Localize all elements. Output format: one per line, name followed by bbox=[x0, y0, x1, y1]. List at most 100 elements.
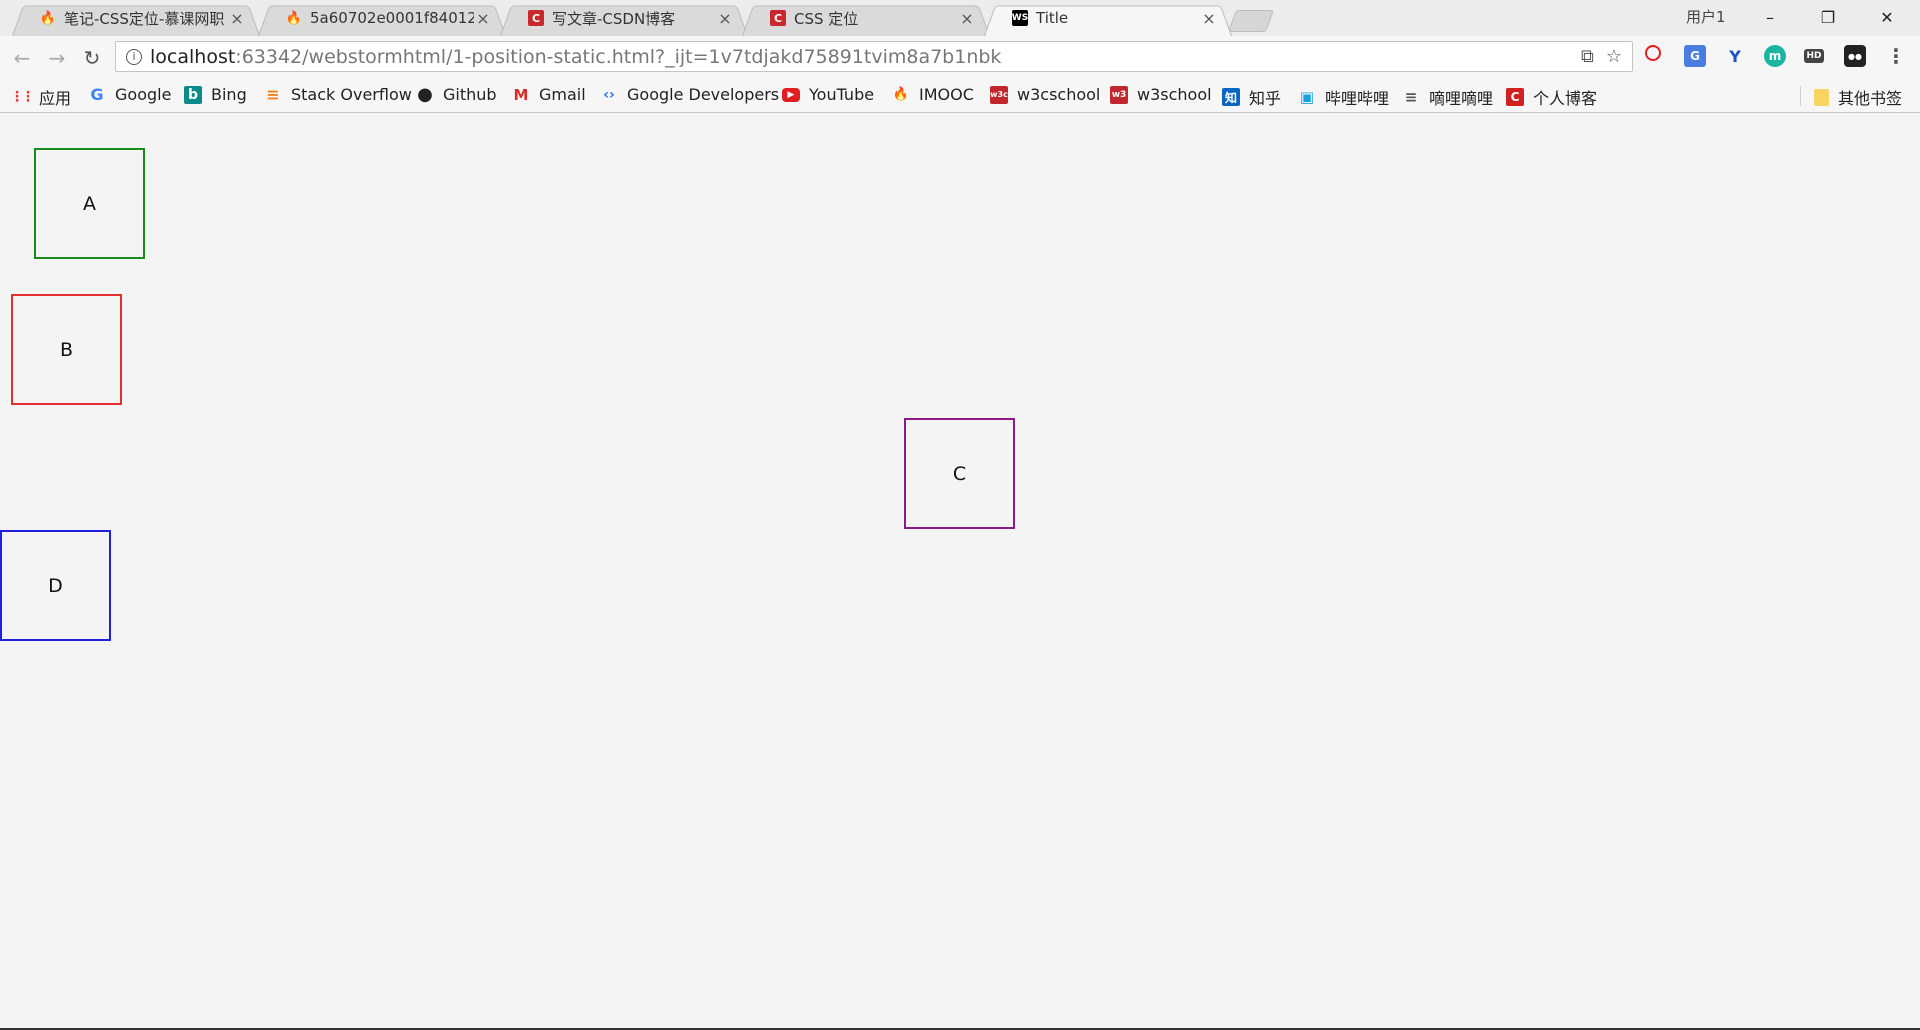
bookmark-label: Stack Overflow bbox=[291, 85, 412, 104]
tab-strip: 🔥 笔记-CSS定位-慕课网职 × 🔥 5a60702e0001f840128 … bbox=[0, 0, 1920, 37]
tab-csdn-write[interactable]: C 写文章-CSDN博客 × bbox=[500, 0, 748, 37]
bookmark-bilibili[interactable]: ▣ 哔哩哔哩 bbox=[1298, 85, 1389, 109]
imooc-icon: 🔥 bbox=[892, 87, 910, 102]
bookmark-label: 应用 bbox=[39, 89, 72, 108]
tab-title: 5a60702e0001f840128 bbox=[310, 9, 474, 27]
browser-toolbar: ← → ↻ i localhost:63342/webstormhtml/1-p… bbox=[0, 36, 1920, 79]
w3school-icon: w3 bbox=[1110, 85, 1128, 104]
bookmark-stack-overflow[interactable]: ≡ Stack Overflow bbox=[264, 85, 412, 104]
bookmark-label: w3school bbox=[1137, 85, 1212, 104]
bookmark-dilidili[interactable]: ≡ 嘀哩嘀哩 bbox=[1402, 85, 1493, 109]
address-bar[interactable]: i localhost:63342/webstormhtml/1-positio… bbox=[115, 41, 1633, 72]
bookmark-label: Gmail bbox=[539, 85, 586, 104]
tab-close-button[interactable]: × bbox=[228, 9, 246, 28]
bookmark-zhihu[interactable]: 知 知乎 bbox=[1222, 85, 1281, 109]
google-developers-icon: ‹› bbox=[603, 86, 615, 103]
webstorm-icon: WS bbox=[1012, 10, 1028, 26]
box-c: C bbox=[904, 418, 1015, 529]
box-label: B bbox=[59, 338, 74, 361]
bookmark-youtube[interactable]: ▶ YouTube bbox=[782, 85, 874, 104]
box-label: D bbox=[48, 574, 63, 597]
tab-image[interactable]: 🔥 5a60702e0001f840128 × bbox=[258, 0, 506, 37]
bookmark-personal-blog[interactable]: C 个人博客 bbox=[1506, 85, 1597, 109]
bookmark-label: Github bbox=[443, 85, 497, 104]
reload-button[interactable]: ↻ bbox=[78, 44, 106, 72]
tab-close-button[interactable]: × bbox=[474, 9, 492, 28]
tab-imooc-notes[interactable]: 🔥 笔记-CSS定位-慕课网职 × bbox=[12, 0, 260, 37]
w3cschool-icon: w3c bbox=[990, 85, 1008, 104]
tab-close-button[interactable]: × bbox=[716, 9, 734, 28]
tab-css-position[interactable]: C CSS 定位 × bbox=[742, 0, 990, 37]
csdn-icon: C bbox=[528, 10, 544, 26]
box-b: B bbox=[11, 294, 122, 405]
youtube-icon: ▶ bbox=[782, 87, 800, 102]
apps-icon: ⋮⋮ bbox=[10, 89, 35, 105]
forward-button[interactable]: → bbox=[43, 44, 71, 72]
profile-label[interactable]: 用户1 bbox=[1686, 6, 1726, 27]
bookmark-bing[interactable]: b Bing bbox=[184, 85, 247, 104]
dilidili-icon: ≡ bbox=[1404, 88, 1418, 106]
opera-icon[interactable] bbox=[1645, 45, 1661, 61]
gmail-icon: M bbox=[513, 85, 529, 104]
window-close-button[interactable]: ✕ bbox=[1864, 2, 1910, 32]
box-d: D bbox=[0, 530, 111, 641]
minimize-button[interactable]: – bbox=[1747, 2, 1793, 32]
bilibili-icon: ▣ bbox=[1299, 88, 1315, 106]
bookmark-label: 知乎 bbox=[1249, 89, 1282, 108]
bookmark-w3school[interactable]: w3 w3school bbox=[1110, 85, 1212, 104]
back-button[interactable]: ← bbox=[8, 44, 36, 72]
bookmark-label: YouTube bbox=[809, 85, 875, 104]
bookmark-label: Google Developers bbox=[627, 85, 780, 104]
bookmark-label: 其他书签 bbox=[1838, 89, 1903, 108]
tab-title: 笔记-CSS定位-慕课网职 bbox=[64, 9, 225, 28]
bookmarks-bar: ⋮⋮ 应用 G Google b Bing ≡ Stack Overflow ●… bbox=[0, 79, 1920, 113]
bookmark-github[interactable]: ● Github bbox=[416, 84, 497, 105]
url-host: localhost bbox=[150, 45, 236, 68]
info-icon[interactable]: i bbox=[126, 48, 142, 65]
tab-title: CSS 定位 bbox=[794, 9, 859, 28]
bookmark-w3cschool[interactable]: w3c w3cschool bbox=[990, 85, 1100, 104]
flame-icon: 🔥 bbox=[39, 10, 57, 26]
folder-icon bbox=[1814, 88, 1829, 106]
new-tab-button[interactable] bbox=[1227, 10, 1275, 32]
bookmark-label: 个人博客 bbox=[1533, 89, 1598, 108]
bookmark-label: w3cschool bbox=[1017, 85, 1101, 104]
hd-icon[interactable]: HD bbox=[1804, 49, 1824, 63]
vpn-icon[interactable]: Y bbox=[1724, 45, 1746, 67]
tab-close-button[interactable]: × bbox=[1200, 9, 1218, 28]
tab-title: Title bbox=[1036, 9, 1069, 27]
google-icon: G bbox=[90, 85, 104, 104]
page-content: A B C D bbox=[0, 113, 1920, 1030]
bookmark-label: 哔哩哔哩 bbox=[1325, 89, 1390, 108]
csdn-icon: C bbox=[770, 10, 786, 26]
bookmarks-divider bbox=[1800, 86, 1801, 106]
translate-ext-icon[interactable]: G bbox=[1684, 45, 1706, 67]
m-icon[interactable]: m bbox=[1764, 45, 1786, 67]
bookmark-apps[interactable]: ⋮⋮ 应用 bbox=[10, 85, 72, 109]
box-label: C bbox=[952, 462, 967, 485]
box-a: A bbox=[34, 148, 145, 259]
bookmark-google-developers[interactable]: ‹› Google Developers bbox=[600, 85, 779, 104]
menu-icon[interactable]: ⋮ bbox=[1885, 44, 1907, 68]
github-icon: ● bbox=[417, 84, 433, 105]
bookmark-label: Google bbox=[115, 85, 172, 104]
restore-button[interactable]: ❐ bbox=[1805, 2, 1851, 32]
zhihu-icon: 知 bbox=[1222, 88, 1240, 106]
bing-icon: b bbox=[184, 85, 202, 104]
tab-title-active[interactable]: WS Title × bbox=[984, 0, 1232, 37]
tab-title: 写文章-CSDN博客 bbox=[552, 9, 676, 28]
bookmark-google[interactable]: G Google bbox=[88, 85, 171, 104]
bookmark-imooc[interactable]: 🔥 IMOOC bbox=[892, 85, 974, 104]
translate-icon[interactable]: ⧉ bbox=[1581, 46, 1594, 67]
flame-icon: 🔥 bbox=[285, 10, 303, 26]
stackoverflow-icon: ≡ bbox=[266, 85, 280, 104]
bookmark-gmail[interactable]: M Gmail bbox=[512, 85, 586, 104]
box-label: A bbox=[83, 192, 96, 215]
url-path: :63342/webstormhtml/1-position-static.ht… bbox=[235, 45, 1002, 68]
blog-icon: C bbox=[1506, 88, 1524, 106]
bookmark-label: IMOOC bbox=[919, 85, 974, 104]
bookmark-other[interactable]: 其他书签 bbox=[1814, 85, 1902, 109]
tampermonkey-icon[interactable]: ●● bbox=[1844, 45, 1866, 67]
bookmark-star-icon[interactable]: ☆ bbox=[1606, 46, 1622, 67]
tab-close-button[interactable]: × bbox=[958, 9, 976, 28]
